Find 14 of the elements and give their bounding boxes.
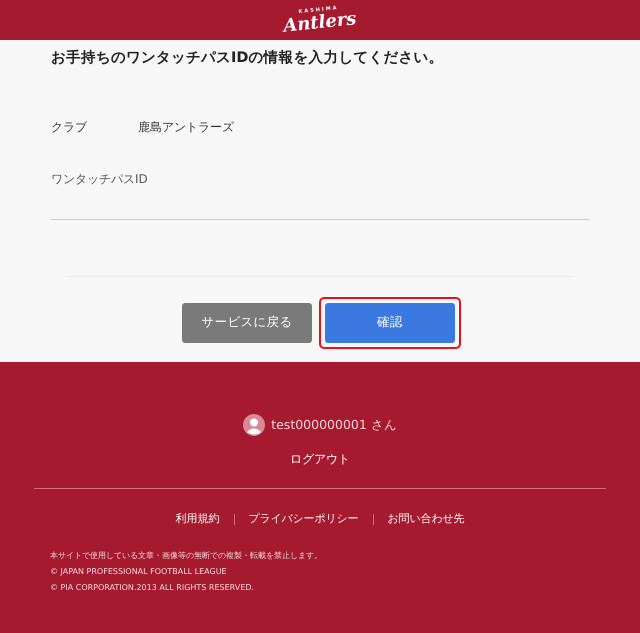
footer-link[interactable]: プライバシーポリシー xyxy=(248,511,358,528)
logout-link[interactable]: ログアウト xyxy=(290,450,350,468)
user-avatar-icon xyxy=(243,414,266,436)
footer-link[interactable]: お問い合わせ先 xyxy=(388,511,464,528)
id-label: ワンタッチパスID xyxy=(51,170,148,188)
footer-link[interactable]: 利用規約 xyxy=(176,511,220,528)
user-name: test000000001 さん xyxy=(271,416,397,434)
club-value: 鹿島アントラーズ xyxy=(138,118,234,136)
copyright-text: © PIA CORPORATION.2013 ALL RIGHTS RESERVED. xyxy=(50,582,254,594)
form-heading: お手持ちのワンタッチパスIDの情報を入力してください。 xyxy=(51,48,444,68)
confirm-button[interactable]: 確認 xyxy=(319,296,461,349)
copyright-text: 本サイトで使用している文章・画像等の無断での複製・転載を禁止します。 xyxy=(50,550,322,562)
copyright-text: © JAPAN PROFESSIONAL FOOTBALL LEAGUE xyxy=(50,566,227,578)
club-label: クラブ xyxy=(51,118,88,136)
